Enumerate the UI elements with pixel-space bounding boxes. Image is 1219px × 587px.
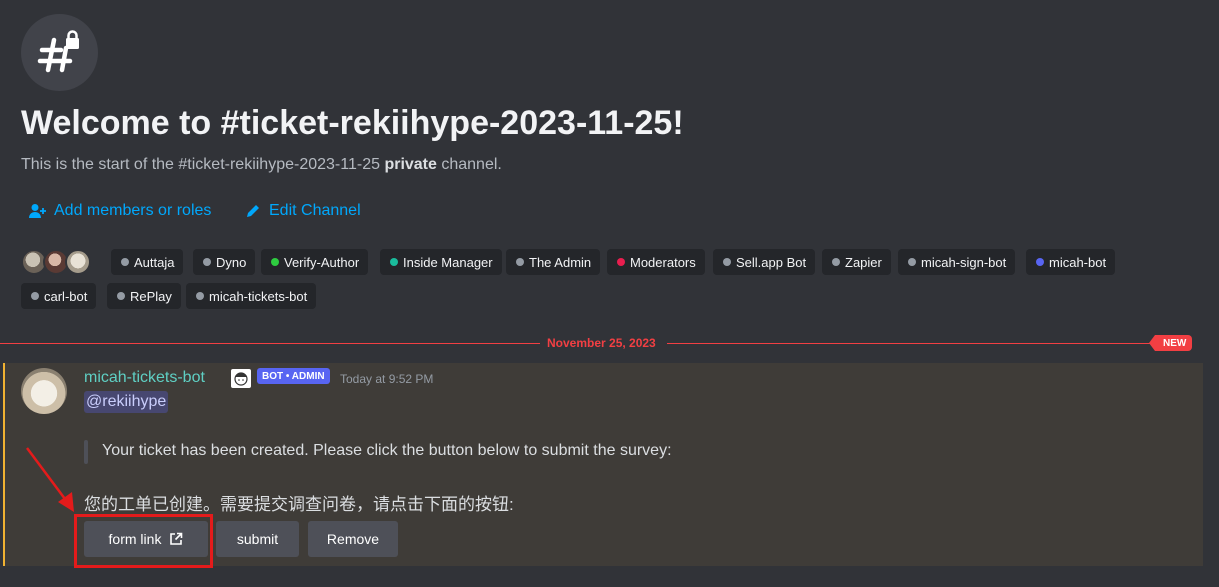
channel-start-text: This is the start of the #ticket-rekiihy…	[21, 156, 502, 174]
role-pill-the-admin[interactable]: The Admin	[506, 249, 601, 275]
role-label: carl-bot	[44, 288, 88, 304]
date-divider-line-left	[0, 343, 540, 344]
bot-badge-label: BOT • ADMIN	[262, 370, 325, 382]
role-color-dot	[908, 258, 916, 266]
role-label: micah-sign-bot	[921, 254, 1007, 270]
role-label: micah-tickets-bot	[209, 288, 308, 304]
role-color-dot	[723, 258, 731, 266]
message-timestamp[interactable]: Today at 9:52 PM	[340, 372, 433, 386]
role-label: micah-bot	[1049, 254, 1107, 270]
role-label: Zapier	[845, 254, 882, 270]
member-avatar-stack[interactable]	[21, 249, 91, 275]
role-color-dot	[617, 258, 625, 266]
new-messages-badge: NEW	[1148, 335, 1193, 351]
role-label: Auttaja	[134, 254, 175, 270]
start-prefix: This is the start of the #ticket-rekiihy…	[21, 156, 385, 173]
role-label: Verify-Author	[284, 254, 360, 270]
role-pill-moderators[interactable]: Moderators	[607, 249, 705, 275]
form-link-label: form link	[108, 531, 162, 547]
role-label: The Admin	[529, 254, 592, 270]
date-divider-label: November 25, 2023	[547, 336, 656, 350]
role-label: RePlay	[130, 288, 172, 304]
role-color-dot	[117, 292, 125, 300]
role-color-dot	[390, 258, 398, 266]
user-mention[interactable]: @rekiihype	[84, 391, 169, 413]
new-badge-label: NEW	[1163, 337, 1187, 349]
role-color-dot	[203, 258, 211, 266]
role-pill-sellapp-bot[interactable]: Sell.app Bot	[713, 249, 816, 275]
role-color-dot	[196, 292, 204, 300]
role-pill-inside-manager[interactable]: Inside Manager	[380, 249, 502, 275]
role-pill-zapier[interactable]: Zapier	[822, 249, 891, 275]
submit-button[interactable]: submit	[216, 521, 299, 557]
add-members-button[interactable]: Add members or roles	[29, 202, 211, 220]
role-color-dot	[832, 258, 840, 266]
pencil-icon	[247, 205, 259, 217]
role-pill-verify-author[interactable]: Verify-Author	[261, 249, 369, 275]
submit-label: submit	[236, 531, 279, 547]
role-pill-replay[interactable]: RePlay	[107, 283, 181, 309]
message-chinese-text: 您的工单已创建。需要提交调查问卷，请点击下面的按钮:	[84, 495, 514, 514]
blockquote-bar	[84, 440, 88, 464]
avatar[interactable]	[21, 368, 67, 414]
role-pill-micah-bot[interactable]: micah-bot	[1026, 249, 1116, 275]
profile-emoji-icon	[231, 369, 251, 388]
role-color-dot	[121, 258, 129, 266]
role-color-dot	[271, 258, 279, 266]
avatar	[65, 249, 91, 275]
add-members-label: Add members or roles	[54, 202, 212, 219]
remove-label: Remove	[326, 531, 380, 547]
role-pill-carl-bot[interactable]: carl-bot	[21, 283, 97, 309]
date-divider-line-right	[667, 343, 1157, 344]
add-user-icon	[29, 204, 46, 218]
page-title: Welcome to #ticket-rekiihype-2023-11-25!	[21, 104, 684, 142]
bot-admin-badge: BOT • ADMIN	[257, 368, 330, 384]
role-color-dot	[31, 292, 39, 300]
edit-channel-label: Edit Channel	[269, 202, 361, 219]
external-link-icon	[170, 532, 183, 545]
channel-hashtag-lock-icon	[21, 14, 98, 91]
message-username[interactable]: micah-tickets-bot	[84, 369, 205, 387]
role-pill-micah-tickets-bot[interactable]: micah-tickets-bot	[186, 283, 317, 309]
start-private-label: private	[384, 156, 437, 173]
role-pill-dyno[interactable]: Dyno	[193, 249, 256, 275]
role-pill-micah-sign-bot[interactable]: micah-sign-bot	[898, 249, 1016, 275]
role-color-dot	[516, 258, 524, 266]
remove-button[interactable]: Remove	[308, 521, 398, 557]
role-label: Moderators	[630, 254, 696, 270]
blockquote-text: Your ticket has been created. Please cli…	[102, 442, 672, 459]
start-suffix: channel.	[436, 156, 502, 173]
edit-channel-button[interactable]: Edit Channel	[245, 202, 361, 220]
role-color-dot	[1036, 258, 1044, 266]
role-label: Dyno	[216, 254, 247, 270]
role-label: Sell.app Bot	[736, 254, 807, 270]
role-label: Inside Manager	[403, 254, 493, 270]
form-link-button[interactable]: form link	[84, 521, 208, 557]
role-pill-auttaja[interactable]: Auttaja	[111, 249, 184, 275]
